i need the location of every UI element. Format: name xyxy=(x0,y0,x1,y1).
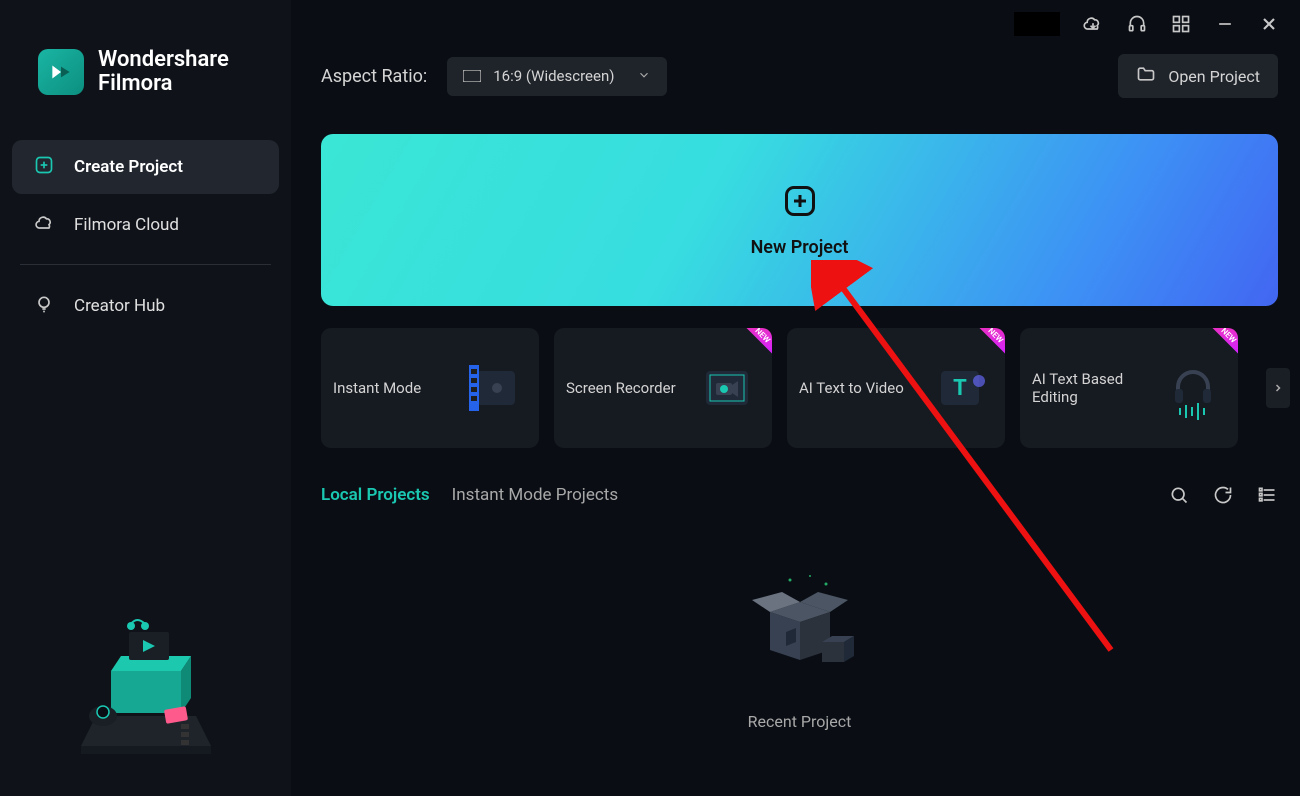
minimize-button[interactable] xyxy=(1214,13,1236,35)
widescreen-icon xyxy=(463,67,481,86)
open-project-button[interactable]: Open Project xyxy=(1118,54,1278,98)
modes-row: Instant Mode Screen Recorder NEW AI Text… xyxy=(321,328,1278,448)
mode-instant-mode[interactable]: Instant Mode xyxy=(321,328,539,448)
mode-label: AI Text to Video xyxy=(799,379,904,397)
film-reel-icon xyxy=(459,353,529,423)
tabs-actions xyxy=(1168,484,1278,506)
brand-line1: Wondershare xyxy=(98,48,229,72)
mode-ai-text-based-editing[interactable]: AI Text Based Editing NEW xyxy=(1020,328,1238,448)
sidebar: Wondershare Filmora Create Project Filmo… xyxy=(0,0,291,796)
sidebar-item-label: Filmora Cloud xyxy=(74,215,179,235)
svg-text:T: T xyxy=(953,376,967,401)
new-badge: NEW xyxy=(1202,328,1238,364)
aspect-ratio-label: Aspect Ratio: xyxy=(321,66,427,87)
mode-label: Screen Recorder xyxy=(566,379,676,397)
aspect-ratio-select[interactable]: 16:9 (Widescreen) xyxy=(447,57,667,96)
main-area: Aspect Ratio: 16:9 (Widescreen) Open Pro… xyxy=(291,0,1300,796)
content: Aspect Ratio: 16:9 (Widescreen) Open Pro… xyxy=(291,40,1300,796)
plus-square-icon xyxy=(782,183,818,223)
titlebar xyxy=(291,0,1300,40)
headset-icon[interactable] xyxy=(1126,13,1148,35)
project-tabs: Local Projects Instant Mode Projects xyxy=(321,484,1278,506)
brand-line2: Filmora xyxy=(98,72,229,96)
tab-local-projects[interactable]: Local Projects xyxy=(321,485,430,505)
logo-text: Wondershare Filmora xyxy=(98,48,229,96)
mode-ai-text-to-video[interactable]: AI Text to Video T NEW xyxy=(787,328,1005,448)
sidebar-divider xyxy=(20,264,271,265)
tab-instant-mode-projects[interactable]: Instant Mode Projects xyxy=(452,485,618,505)
new-project-button[interactable]: New Project xyxy=(321,134,1278,306)
close-button[interactable] xyxy=(1258,13,1280,35)
mode-screen-recorder[interactable]: Screen Recorder NEW xyxy=(554,328,772,448)
open-project-label: Open Project xyxy=(1168,67,1260,86)
account-slot[interactable] xyxy=(1014,12,1060,36)
chevron-down-icon xyxy=(637,67,651,86)
sidebar-item-create-project[interactable]: Create Project xyxy=(12,140,279,194)
search-icon[interactable] xyxy=(1168,484,1190,506)
folder-icon xyxy=(1136,64,1156,88)
sidebar-item-filmora-cloud[interactable]: Filmora Cloud xyxy=(12,198,279,252)
sidebar-item-label: Creator Hub xyxy=(74,296,165,316)
apps-icon[interactable] xyxy=(1170,13,1192,35)
app-logo: Wondershare Filmora xyxy=(12,48,279,96)
new-project-label: New Project xyxy=(751,237,849,258)
recent-project-label: Recent Project xyxy=(748,712,852,731)
new-badge: NEW xyxy=(736,328,772,364)
sidebar-illustration xyxy=(12,556,279,776)
plus-square-icon xyxy=(34,155,54,179)
lightbulb-icon xyxy=(34,294,54,318)
mode-label: AI Text Based Editing xyxy=(1032,370,1142,406)
aspect-ratio-value: 16:9 (Widescreen) xyxy=(493,67,614,85)
list-view-icon[interactable] xyxy=(1256,484,1278,506)
new-badge: NEW xyxy=(969,328,1005,364)
cloud-icon xyxy=(34,213,54,237)
refresh-icon[interactable] xyxy=(1212,484,1234,506)
sidebar-item-label: Create Project xyxy=(74,157,183,177)
mode-label: Instant Mode xyxy=(333,379,421,397)
logo-icon xyxy=(38,49,84,95)
sidebar-item-creator-hub[interactable]: Creator Hub xyxy=(12,279,279,333)
modes-next-button[interactable] xyxy=(1266,368,1290,408)
top-row: Aspect Ratio: 16:9 (Widescreen) Open Pro… xyxy=(321,54,1278,98)
empty-box-icon xyxy=(740,572,860,682)
cloud-download-icon[interactable] xyxy=(1082,13,1104,35)
recent-projects-empty: Recent Project xyxy=(321,526,1278,776)
